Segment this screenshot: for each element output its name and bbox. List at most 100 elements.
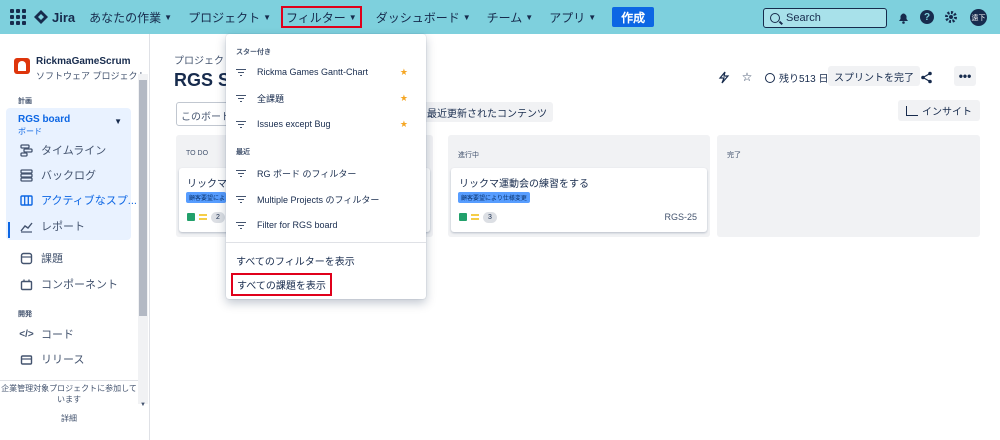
column-title: 進行中 xyxy=(458,152,479,159)
recently-updated-button[interactable]: 最近更新されたコンテンツ xyxy=(421,102,553,122)
board-subtitle: ボード xyxy=(18,127,42,136)
sidebar-footer: 企業管理対象プロジェクトに参加しています 詳細 xyxy=(0,380,138,424)
filter-item-label: Issues except Bug xyxy=(257,119,331,129)
filter-icon xyxy=(236,94,246,102)
user-avatar[interactable]: 遠下 xyxy=(970,9,987,26)
view-all-filters-link[interactable]: すべてのフィルターを表示 xyxy=(236,253,355,268)
chevron-down-icon[interactable]: ▼ xyxy=(114,117,122,126)
sidebar-item-active-sprint[interactable]: アクティブなスプ... xyxy=(20,192,137,208)
sidebar-item-label: レポート xyxy=(41,221,85,233)
board-name[interactable]: RGS board xyxy=(18,114,70,125)
chevron-down-icon: ▼ xyxy=(348,12,357,22)
filter-item[interactable]: Issues except Bug ★ xyxy=(236,114,421,134)
scroll-down-arrow-icon[interactable]: ▼ xyxy=(140,402,146,408)
chevron-down-icon: ▼ xyxy=(525,12,534,22)
sidebar-item-label: コード xyxy=(41,329,74,341)
menu-divider xyxy=(226,242,426,243)
code-icon: </> xyxy=(19,328,34,340)
learn-more-link[interactable]: 詳細 xyxy=(0,413,138,424)
chevron-down-icon: ▼ xyxy=(462,12,471,22)
project-avatar-icon xyxy=(14,58,30,74)
more-actions-button[interactable]: ••• xyxy=(954,66,976,86)
nav-dashboards[interactable]: ダッシュボード ▼ xyxy=(374,6,473,28)
project-name: RickmaGameScrum xyxy=(36,56,131,67)
components-icon xyxy=(20,278,33,291)
notifications-icon[interactable] xyxy=(896,10,910,24)
breadcrumb[interactable]: プロジェクト xyxy=(174,52,234,67)
issue-label: 顧客要望により仕様変更 xyxy=(458,192,530,203)
nav-projects-label: プロジェクト xyxy=(188,10,261,25)
priority-medium-icon xyxy=(199,214,207,220)
nav-apps[interactable]: アプリ ▼ xyxy=(547,6,598,28)
create-button[interactable]: 作成 xyxy=(612,7,655,27)
insights-chart-icon xyxy=(906,105,918,116)
sprint-remaining: 残り513 日 xyxy=(765,70,828,85)
sidebar-scrollbar[interactable]: ▼ xyxy=(138,74,148,408)
section-dev-heading: 開発 xyxy=(18,311,32,318)
star-filled-icon[interactable]: ★ xyxy=(400,67,408,78)
nav-projects[interactable]: プロジェクト ▼ xyxy=(186,6,273,28)
sidebar: RickmaGameScrum ソフトウェア プロジェクト 計画 RGS boa… xyxy=(0,34,150,440)
jira-logo[interactable]: Jira xyxy=(34,10,75,25)
issue-key[interactable]: RGS-25 xyxy=(664,212,697,222)
filter-item[interactable]: 全課題 ★ xyxy=(236,88,421,108)
sidebar-item-timeline[interactable]: タイムライン xyxy=(20,142,106,158)
sidebar-item-label: リリース xyxy=(41,354,85,366)
star-filled-icon[interactable]: ★ xyxy=(400,119,408,130)
releases-icon xyxy=(20,353,33,366)
sidebar-item-label: コンポーネント xyxy=(41,279,118,291)
active-indicator xyxy=(8,222,10,238)
clock-icon xyxy=(765,72,775,83)
sidebar-item-code[interactable]: </> コード xyxy=(19,326,74,342)
filter-item-label: Rickma Games Gantt-Chart xyxy=(257,67,369,77)
issue-title: リックマ運動会の練習をする xyxy=(459,179,589,190)
settings-gear-icon[interactable] xyxy=(944,10,958,24)
issue-label: 顧客要望によ xyxy=(186,192,226,203)
filter-item-label: RG ボード のフィルター xyxy=(257,168,357,179)
insights-button[interactable]: インサイト xyxy=(898,100,980,121)
lightning-icon[interactable] xyxy=(717,70,731,84)
complete-sprint-button[interactable]: スプリントを完了 xyxy=(828,66,920,86)
star-icon[interactable]: ☆ xyxy=(740,70,754,84)
filter-item-label: Filter for RGS board xyxy=(257,220,338,230)
filter-icon xyxy=(236,195,246,203)
filter-item[interactable]: Rickma Games Gantt-Chart ★ xyxy=(236,62,421,82)
help-icon[interactable]: ? xyxy=(920,10,934,24)
nav-filters-label: フィルター xyxy=(286,10,346,25)
nav-teams[interactable]: チーム ▼ xyxy=(485,6,536,28)
priority-medium-icon xyxy=(471,214,479,220)
filter-icon xyxy=(236,169,246,177)
column-title: 完了 xyxy=(727,152,741,159)
issue-card[interactable]: リックマ運動会の練習をする 顧客要望により仕様変更 3 RGS-25 xyxy=(451,168,707,232)
story-points-badge: 3 xyxy=(483,212,497,223)
scrollbar-thumb[interactable] xyxy=(139,80,147,316)
search-input[interactable]: Search xyxy=(763,8,887,28)
sidebar-item-backlog[interactable]: バックログ xyxy=(20,167,96,183)
filter-item[interactable]: Multiple Projects のフィルター xyxy=(236,189,421,209)
sidebar-item-components[interactable]: コンポーネント xyxy=(20,276,118,292)
nav-your-work-label: あなたの作業 xyxy=(89,10,162,25)
star-filled-icon[interactable]: ★ xyxy=(400,93,408,104)
sidebar-item-label: タイムライン xyxy=(41,145,107,157)
column-done: 完了 xyxy=(717,135,980,237)
share-icon[interactable] xyxy=(919,70,933,84)
nav-apps-label: アプリ xyxy=(549,10,586,25)
timeline-icon xyxy=(20,143,33,157)
app-switcher-icon[interactable] xyxy=(10,9,26,25)
issue-title: リックマヒ xyxy=(187,179,227,190)
nav-your-work[interactable]: あなたの作業 ▼ xyxy=(87,6,174,28)
story-icon xyxy=(187,213,195,221)
sidebar-item-reports[interactable]: レポート xyxy=(20,218,85,234)
section-plan-heading: 計画 xyxy=(18,98,32,105)
nav-filters[interactable]: フィルター ▼ xyxy=(281,6,362,28)
project-header[interactable]: RickmaGameScrum ソフトウェア プロジェクト xyxy=(14,56,147,82)
view-all-issues-link[interactable]: すべての課題を表示 xyxy=(231,273,332,296)
sidebar-item-releases[interactable]: リリース xyxy=(20,351,84,367)
filter-icon xyxy=(236,120,246,128)
sidebar-item-issues[interactable]: 課題 xyxy=(20,250,63,266)
filter-item[interactable]: RG ボード のフィルター xyxy=(236,163,421,183)
filter-item[interactable]: Filter for RGS board xyxy=(236,215,421,235)
managed-project-notice: 企業管理対象プロジェクトに参加しています xyxy=(1,384,137,404)
filter-item-label: 全課題 xyxy=(257,93,285,104)
sidebar-item-label: アクティブなスプ... xyxy=(41,195,137,207)
